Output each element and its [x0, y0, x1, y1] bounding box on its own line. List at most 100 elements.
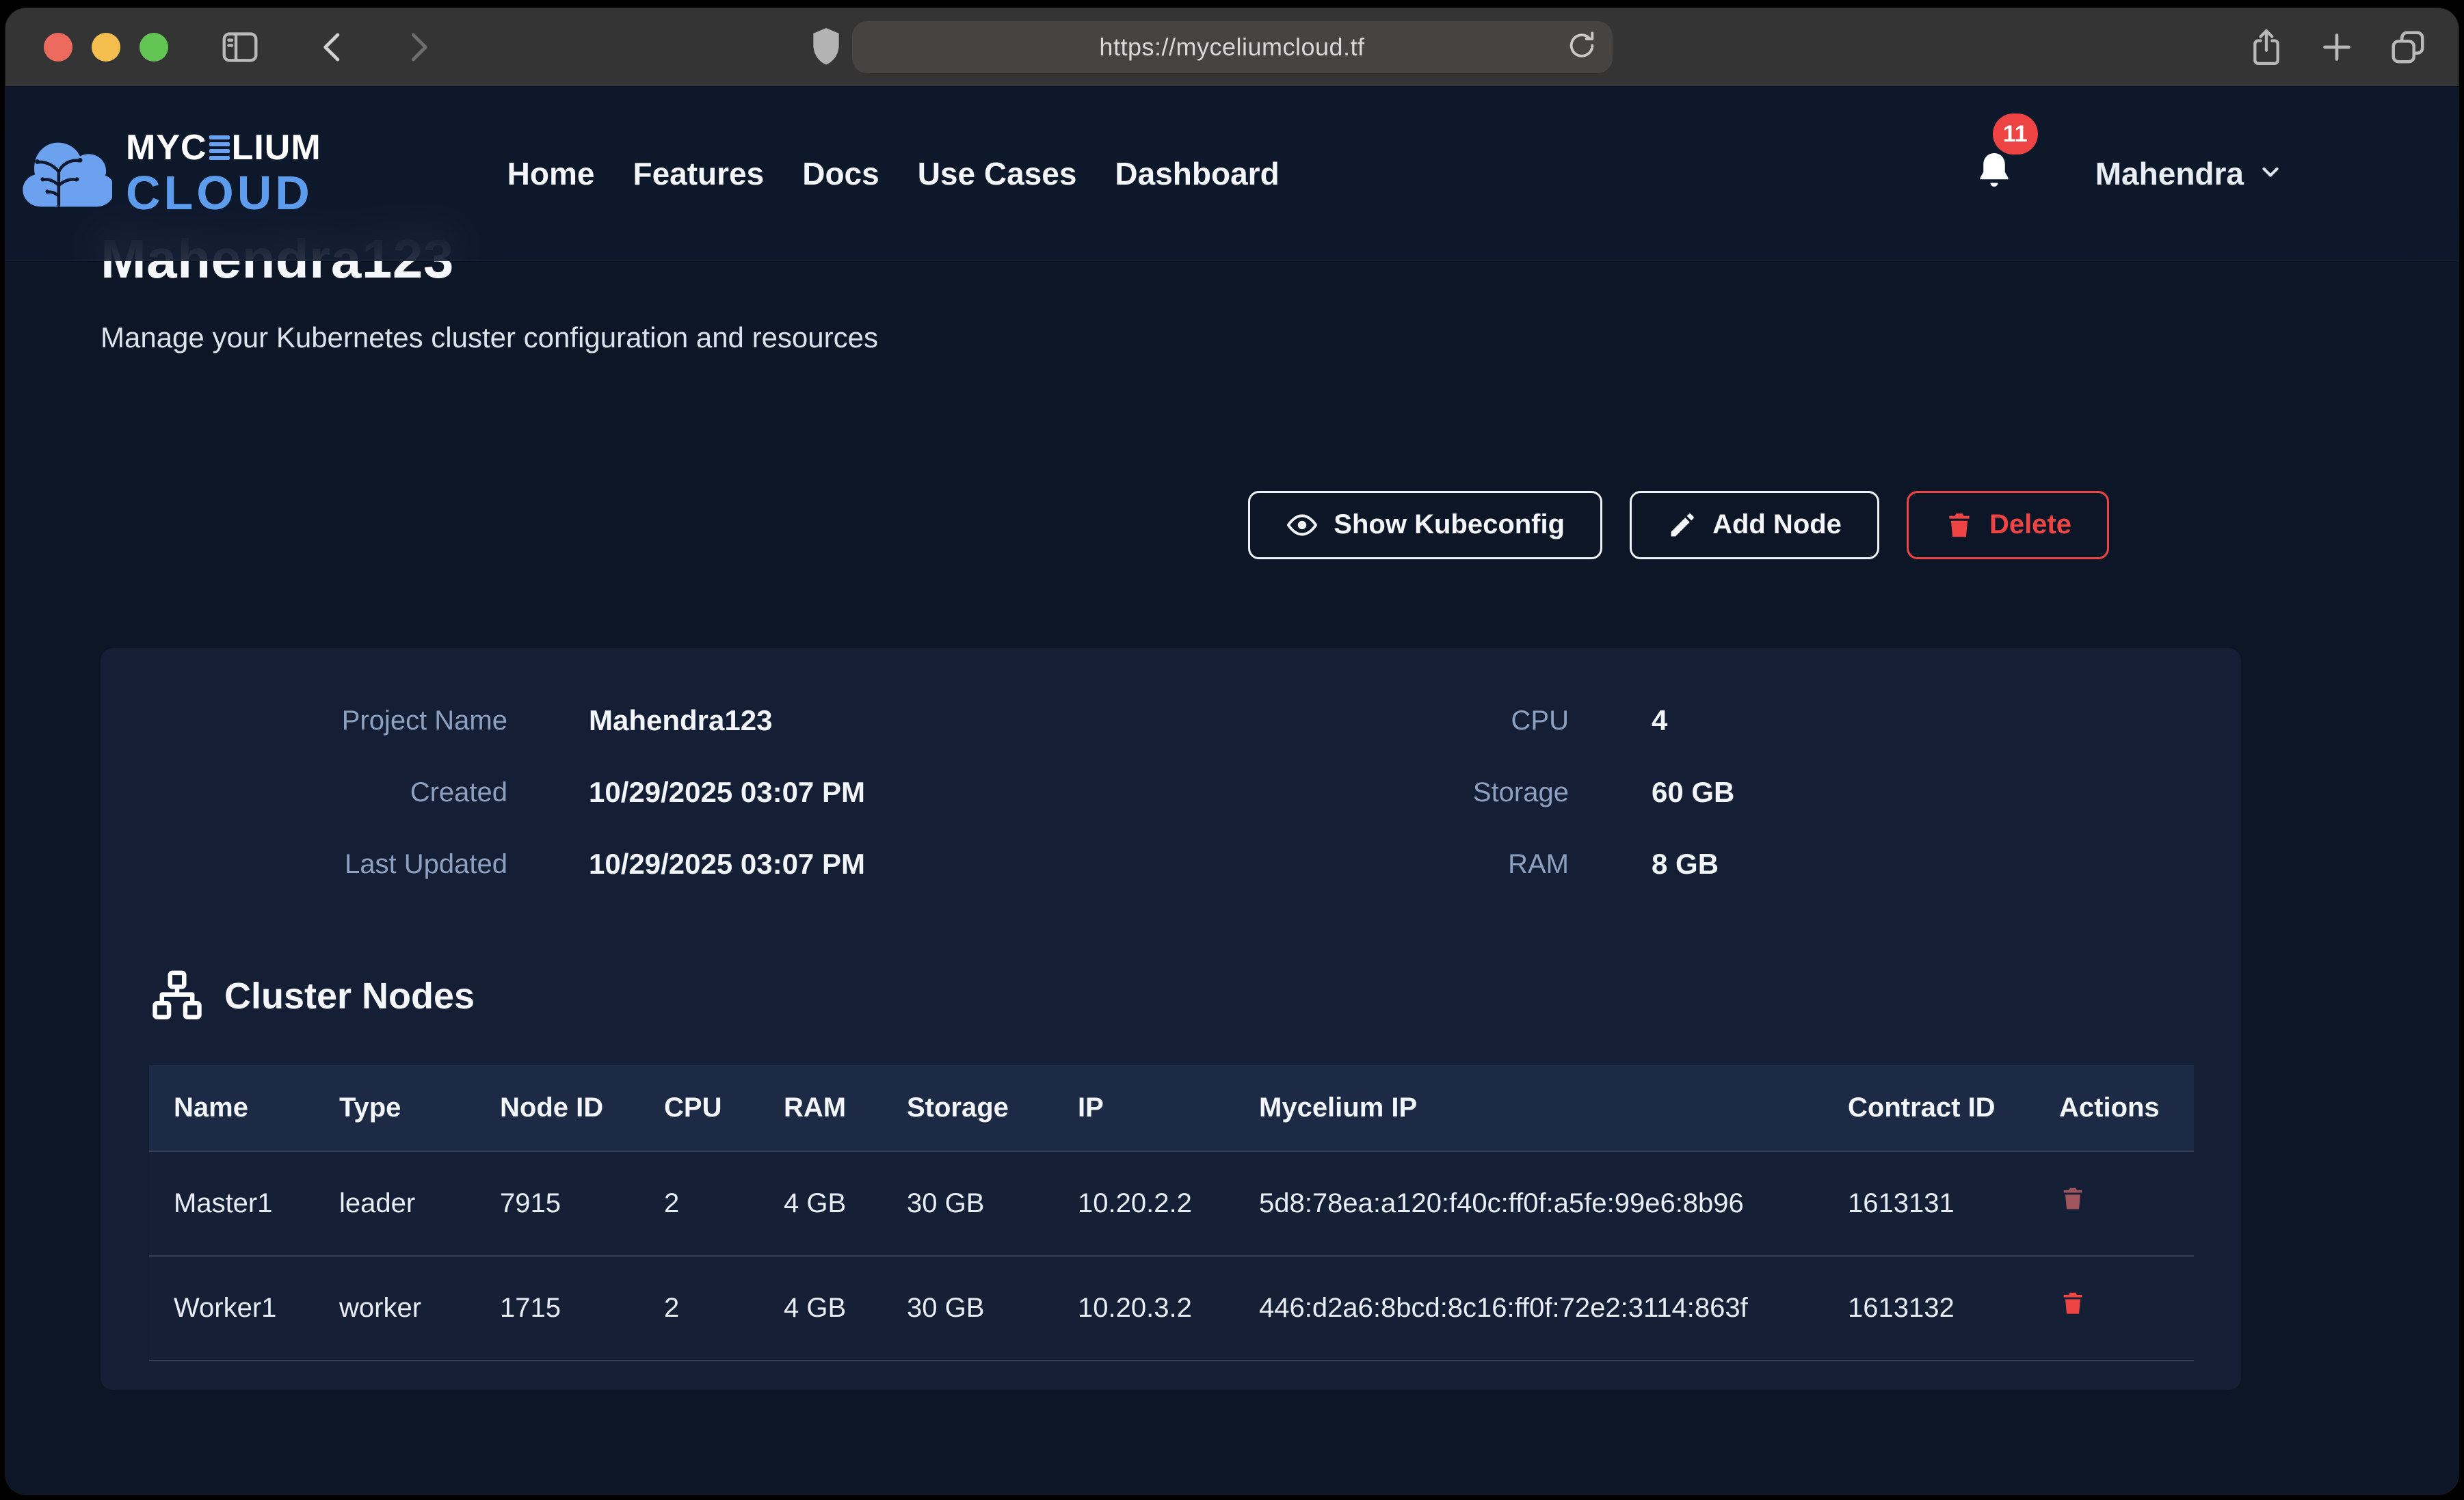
- site-navbar: MYC LIUM CLOUD Home Features Docs Use Ca…: [5, 86, 2459, 261]
- brand-logo[interactable]: MYC LIUM CLOUD: [21, 130, 321, 217]
- main-content: Mahendra123 Manage your Kubernetes clust…: [5, 86, 2459, 1495]
- chevron-down-icon: [2257, 159, 2283, 188]
- col-type: Type: [315, 1065, 475, 1151]
- brand-word-top-pre: MYC: [126, 130, 207, 165]
- navbar-right: 11 Mahendra: [1974, 149, 2283, 198]
- last-updated-value: 10/29/2025 03:07 PM: [507, 848, 1260, 881]
- col-actions: Actions: [2035, 1065, 2194, 1151]
- nav-link-features[interactable]: Features: [633, 155, 764, 192]
- cluster-actions: Show Kubeconfig Add Node: [101, 491, 2363, 559]
- sidebar-toggle-icon[interactable]: [219, 26, 261, 68]
- node-mycelium-ip: 5d8:78ea:a120:f40c:ff0f:a5fe:99e6:8b96: [1234, 1151, 1823, 1256]
- table-row: Master1 leader 7915 2 4 GB 30 GB 10.20.2…: [149, 1151, 2194, 1256]
- main-nav: Home Features Docs Use Cases Dashboard: [507, 155, 1280, 192]
- add-node-button[interactable]: Add Node: [1630, 491, 1879, 559]
- add-node-label: Add Node: [1712, 509, 1842, 540]
- node-ip: 10.20.2.2: [1053, 1151, 1234, 1256]
- cpu-label: CPU: [1260, 704, 1569, 737]
- stylized-e-icon: [209, 135, 230, 160]
- cluster-details-card: Project Name Mahendra123 CPU 4 Created 1…: [101, 648, 2241, 1390]
- nav-link-dashboard[interactable]: Dashboard: [1115, 155, 1279, 192]
- forward-icon[interactable]: [399, 29, 436, 66]
- project-name-label: Project Name: [101, 704, 507, 737]
- node-id: 1715: [475, 1256, 639, 1361]
- node-type: leader: [315, 1151, 475, 1256]
- last-updated-label: Last Updated: [101, 848, 507, 881]
- node-id: 7915: [475, 1151, 639, 1256]
- show-kubeconfig-button[interactable]: Show Kubeconfig: [1248, 491, 1602, 559]
- node-contract-id: 1613131: [1823, 1151, 2035, 1256]
- privacy-shield-icon[interactable]: [807, 26, 845, 68]
- node-cpu: 2: [639, 1256, 759, 1361]
- close-window-button[interactable]: [44, 33, 72, 62]
- node-storage: 30 GB: [882, 1256, 1053, 1361]
- nav-link-use-cases[interactable]: Use Cases: [918, 155, 1077, 192]
- notifications-bell[interactable]: 11: [1974, 149, 2015, 198]
- back-icon[interactable]: [315, 29, 352, 66]
- browser-chrome: https://myceliumcloud.tf: [5, 8, 2459, 86]
- node-mycelium-ip: 446:d2a6:8bcd:8c16:ff0f:72e2:3114:863f: [1234, 1256, 1823, 1361]
- brand-wordmark: MYC LIUM CLOUD: [126, 130, 321, 217]
- url-text: https://myceliumcloud.tf: [1099, 33, 1364, 62]
- ram-value: 8 GB: [1569, 848, 2194, 881]
- node-type: worker: [315, 1256, 475, 1361]
- delete-cluster-button[interactable]: Delete: [1907, 491, 2109, 559]
- brand-word-top-post: LIUM: [232, 130, 321, 165]
- screen: https://myceliumcloud.tf: [0, 0, 2464, 1500]
- cluster-nodes-title: Cluster Nodes: [224, 975, 475, 1017]
- node-ip: 10.20.3.2: [1053, 1256, 1234, 1361]
- minimize-window-button[interactable]: [92, 33, 120, 62]
- cpu-value: 4: [1569, 704, 2194, 737]
- col-cpu: CPU: [639, 1065, 759, 1151]
- node-name: Worker1: [149, 1256, 315, 1361]
- delete-node-button[interactable]: [2059, 1185, 2087, 1214]
- project-name-value: Mahendra123: [507, 704, 1260, 737]
- notification-count-badge: 11: [1993, 113, 2038, 155]
- pencil-icon: [1667, 510, 1697, 540]
- nav-link-home[interactable]: Home: [507, 155, 595, 192]
- user-menu[interactable]: Mahendra: [2095, 155, 2283, 192]
- delete-label: Delete: [1989, 509, 2071, 540]
- node-storage: 30 GB: [882, 1151, 1053, 1256]
- table-header-row: Name Type Node ID CPU RAM Storage IP Myc…: [149, 1065, 2194, 1151]
- tab-overview-icon[interactable]: [2387, 27, 2428, 68]
- storage-value: 60 GB: [1569, 776, 2194, 809]
- col-node-id: Node ID: [475, 1065, 639, 1151]
- reload-icon[interactable]: [1566, 30, 1598, 65]
- node-ram: 4 GB: [759, 1151, 882, 1256]
- eye-icon: [1286, 509, 1319, 541]
- page-subtitle: Manage your Kubernetes cluster configura…: [101, 321, 2363, 354]
- brand-word-bottom: CLOUD: [126, 169, 321, 217]
- delete-node-button[interactable]: [2059, 1289, 2087, 1319]
- cluster-nodes-heading: Cluster Nodes: [149, 968, 2194, 1024]
- share-icon[interactable]: [2247, 26, 2286, 68]
- node-contract-id: 1613132: [1823, 1256, 2035, 1361]
- web-page: Mahendra123 Manage your Kubernetes clust…: [5, 86, 2459, 1495]
- trash-icon: [1944, 510, 1974, 540]
- table-row: Worker1 worker 1715 2 4 GB 30 GB 10.20.3…: [149, 1256, 2194, 1361]
- nav-link-docs[interactable]: Docs: [802, 155, 879, 192]
- show-kubeconfig-label: Show Kubeconfig: [1334, 509, 1565, 540]
- col-storage: Storage: [882, 1065, 1053, 1151]
- storage-label: Storage: [1260, 776, 1569, 809]
- node-name: Master1: [149, 1151, 315, 1256]
- zoom-window-button[interactable]: [140, 33, 168, 62]
- cluster-info-grid: Project Name Mahendra123 CPU 4 Created 1…: [101, 704, 2194, 881]
- col-mycelium-ip: Mycelium IP: [1234, 1065, 1823, 1151]
- user-name: Mahendra: [2095, 155, 2244, 192]
- bell-icon: [1974, 185, 2015, 197]
- col-name: Name: [149, 1065, 315, 1151]
- col-ram: RAM: [759, 1065, 882, 1151]
- network-nodes-icon: [149, 968, 205, 1024]
- cluster-nodes-table: Name Type Node ID CPU RAM Storage IP Myc…: [149, 1065, 2194, 1361]
- browser-window: https://myceliumcloud.tf: [5, 8, 2459, 1495]
- col-contract-id: Contract ID: [1823, 1065, 2035, 1151]
- node-cpu: 2: [639, 1151, 759, 1256]
- address-bar[interactable]: https://myceliumcloud.tf: [852, 21, 1613, 73]
- created-value: 10/29/2025 03:07 PM: [507, 776, 1260, 809]
- ram-label: RAM: [1260, 848, 1569, 881]
- mycelium-cloud-logo-icon: [21, 131, 112, 215]
- node-ram: 4 GB: [759, 1256, 882, 1361]
- col-ip: IP: [1053, 1065, 1234, 1151]
- new-tab-icon[interactable]: [2318, 28, 2356, 66]
